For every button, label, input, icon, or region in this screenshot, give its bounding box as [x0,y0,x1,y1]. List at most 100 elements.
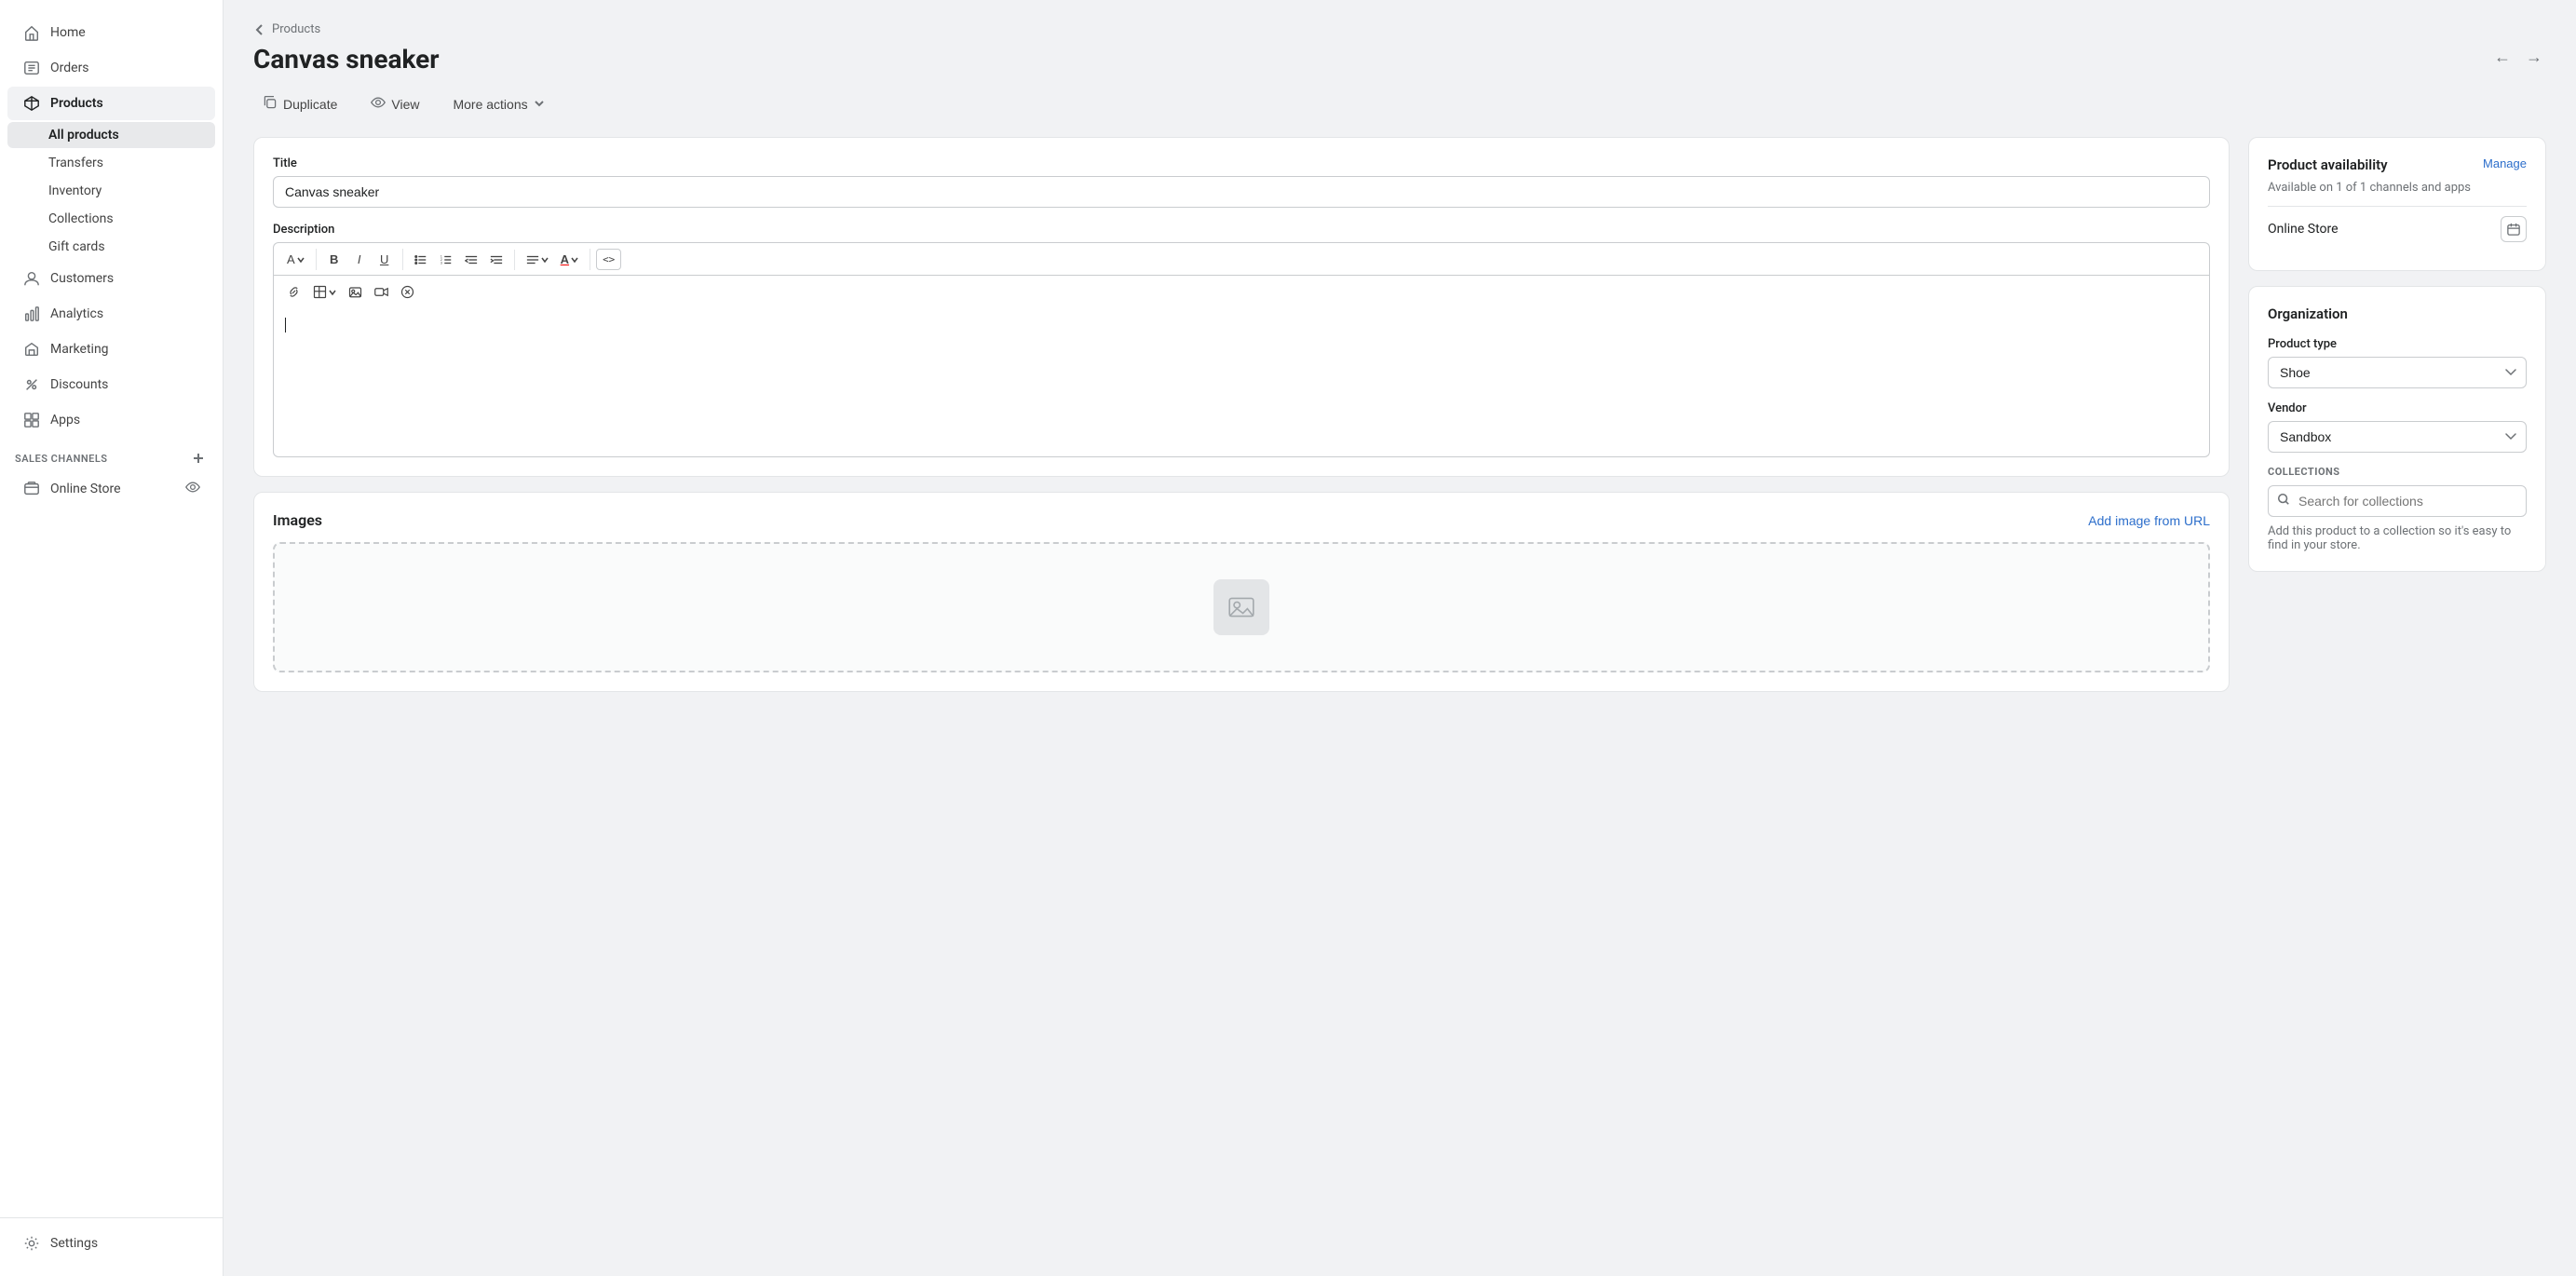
text-cursor [285,318,286,333]
rte-format-group: A [281,249,317,270]
collections-section: COLLECTIONS Add this product to a collec… [2268,466,2527,552]
rte-toolbar: A B I U [273,242,2210,276]
calendar-icon-button[interactable] [2501,216,2527,242]
prev-product-button[interactable]: ← [2490,44,2515,71]
rte-image-btn[interactable] [343,281,368,303]
vendor-field: Vendor Sandbox [2268,401,2527,453]
availability-title: Product availability [2268,156,2388,173]
add-sales-channel-button[interactable] [189,449,208,468]
two-column-layout: Title Description A [253,137,2546,692]
description-editor[interactable] [273,308,2210,457]
sidebar-subitem-collections-label: Collections [48,211,114,226]
add-image-url-button[interactable]: Add image from URL [2088,513,2210,528]
sidebar-item-home[interactable]: Home [7,16,215,49]
availability-header: Product availability Manage [2268,156,2527,177]
images-card: Images Add image from URL [253,492,2230,692]
vendor-select[interactable]: Sandbox [2268,421,2527,453]
manage-availability-button[interactable]: Manage [2483,156,2527,170]
sidebar-subitem-collections[interactable]: Collections [7,206,215,232]
search-icon [2277,493,2290,509]
sidebar-subitem-gift-cards[interactable]: Gift cards [7,234,215,260]
sidebar-item-online-store-label: Online Store [50,482,121,496]
orders-icon [22,59,41,77]
breadcrumb[interactable]: Products [253,22,2546,36]
sidebar-item-settings-label: Settings [50,1236,98,1251]
rte-link-btn[interactable] [281,281,306,303]
sidebar-item-marketing[interactable]: Marketing [7,333,215,366]
sidebar-subitem-all-products[interactable]: All products [7,122,215,148]
product-details-card: Title Description A [253,137,2230,477]
sidebar: Home Orders Products All products Transf… [0,0,224,1276]
more-actions-button[interactable]: More actions [443,91,553,117]
title-input[interactable] [273,176,2210,208]
rte-outdent-btn[interactable] [459,250,483,270]
collections-help-text: Add this product to a collection so it's… [2268,524,2527,552]
sidebar-item-home-label: Home [50,25,86,40]
sidebar-item-online-store[interactable]: Online Store [7,472,215,506]
settings-section: Settings [0,1217,223,1261]
availability-subtitle: Available on 1 of 1 channels and apps [2268,181,2527,195]
collections-search-input[interactable] [2268,485,2527,517]
rte-video-btn[interactable] [369,281,394,303]
rte-align-btn[interactable] [521,250,554,270]
rte-format-btn[interactable]: A [281,249,310,270]
sidebar-item-orders[interactable]: Orders [7,51,215,85]
sidebar-subitem-transfers[interactable]: Transfers [7,150,215,176]
online-store-visibility-icon[interactable] [185,480,200,498]
online-store-icon [22,480,41,498]
duplicate-button[interactable]: Duplicate [253,89,346,118]
sidebar-subitem-all-products-label: All products [48,128,119,143]
collections-label: COLLECTIONS [2268,466,2527,478]
rte-italic-btn[interactable]: I [347,249,372,270]
rte-indent-btn[interactable] [484,250,508,270]
view-button[interactable]: View [361,89,428,118]
sidebar-item-discounts-label: Discounts [50,377,108,392]
sidebar-subitem-inventory[interactable]: Inventory [7,178,215,204]
product-type-label: Product type [2268,337,2527,351]
rte-insert-group [281,281,426,303]
sidebar-item-analytics-label: Analytics [50,306,103,321]
rte-style-group: B I U [322,249,403,270]
more-actions-label: More actions [453,97,527,112]
apps-icon [22,411,41,429]
images-header: Images Add image from URL [273,511,2210,529]
images-title: Images [273,511,322,529]
analytics-icon [22,305,41,323]
product-type-select[interactable]: Shoe [2268,357,2527,388]
rte-code-label: <> [603,253,615,265]
discounts-icon [22,375,41,394]
title-field-group: Title [273,156,2210,208]
rte-align-group: A [521,249,590,270]
sidebar-item-discounts[interactable]: Discounts [7,368,215,401]
rte-bold-btn[interactable]: B [322,249,346,270]
sidebar-item-products[interactable]: Products [7,87,215,120]
view-icon [371,95,386,113]
rte-underline-btn[interactable]: U [373,249,397,270]
sidebar-item-apps[interactable]: Apps [7,403,215,437]
rte-list-group: 1 2 3 [409,250,515,270]
rte-bullet-list-btn[interactable] [409,250,433,270]
breadcrumb-label: Products [272,22,320,36]
rte-clear-btn[interactable] [395,281,420,303]
action-bar: Duplicate View More actions [253,89,2546,118]
marketing-icon [22,340,41,359]
rte-table-btn[interactable] [307,281,342,303]
rte-ordered-list-btn[interactable]: 1 2 3 [434,250,458,270]
organization-title: Organization [2268,305,2527,322]
sidebar-item-analytics[interactable]: Analytics [7,297,215,331]
main-content: Products Canvas sneaker ← → Duplicate [224,0,2576,1276]
sidebar-item-customers[interactable]: Customers [7,262,215,295]
page-title: Canvas sneaker [253,44,440,75]
sidebar-item-settings[interactable]: Settings [7,1227,215,1260]
next-product-button[interactable]: → [2522,44,2546,71]
rte-toolbar-row2 [273,275,2210,308]
rte-code-btn[interactable]: <> [596,249,621,270]
rte-underline-label: U [380,252,388,266]
sidebar-subitem-inventory-label: Inventory [48,183,102,198]
duplicate-icon [263,95,278,113]
page-nav-arrows: ← → [2490,44,2546,71]
rte-text-color-btn[interactable]: A [555,249,584,270]
duplicate-label: Duplicate [283,97,337,112]
customers-icon [22,269,41,288]
image-dropzone[interactable] [273,542,2210,672]
